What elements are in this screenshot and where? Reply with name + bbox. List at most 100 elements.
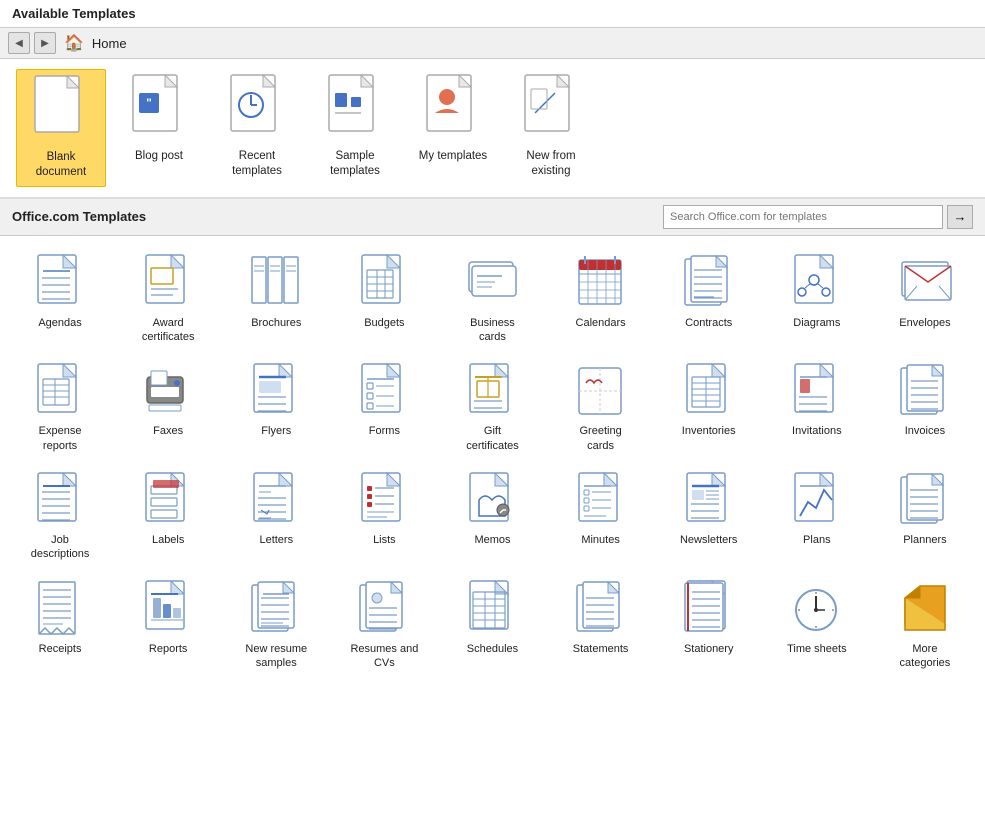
- template-statements[interactable]: Statements: [549, 572, 653, 677]
- template-memos[interactable]: Memos: [440, 463, 544, 568]
- blog-icon: ": [131, 75, 187, 145]
- office-header: Office.com Templates →: [0, 199, 985, 236]
- greeting-template-label: Greeting cards: [580, 424, 622, 453]
- template-letters[interactable]: Letters: [224, 463, 328, 568]
- gift-template-label: Gift certificates: [466, 424, 519, 453]
- template-diagrams[interactable]: Diagrams: [765, 246, 869, 351]
- template-greeting[interactable]: Greeting cards: [549, 354, 653, 459]
- template-inventories[interactable]: Inventories: [657, 354, 761, 459]
- search-button[interactable]: →: [947, 205, 973, 229]
- diagrams-template-label: Diagrams: [793, 316, 840, 330]
- more-template-label: More categories: [900, 642, 951, 671]
- top-template-existing[interactable]: New from existing: [506, 69, 596, 187]
- template-reports[interactable]: Reports: [116, 572, 220, 677]
- forward-button[interactable]: ▶: [34, 32, 56, 54]
- template-stationery[interactable]: Stationery: [657, 572, 761, 677]
- schedules-template-label: Schedules: [467, 642, 518, 656]
- top-template-sample[interactable]: Sample templates: [310, 69, 400, 187]
- template-schedules[interactable]: Schedules: [440, 572, 544, 677]
- template-expense[interactable]: Expense reports: [8, 354, 112, 459]
- back-button[interactable]: ◀: [8, 32, 30, 54]
- expense-template-icon: [30, 360, 90, 420]
- templates-grid: Agendas Award certificates Brochures Bud…: [0, 236, 985, 686]
- labels-template-icon: [138, 469, 198, 529]
- budgets-template-icon: [354, 252, 414, 312]
- template-minutes[interactable]: Minutes: [549, 463, 653, 568]
- job-template-icon: [30, 469, 90, 529]
- template-newresume[interactable]: New resume samples: [224, 572, 328, 677]
- award-template-icon: [138, 252, 198, 312]
- top-template-recent[interactable]: Recent templates: [212, 69, 302, 187]
- greeting-template-icon: [571, 360, 631, 420]
- template-resumes[interactable]: Resumes and CVs: [332, 572, 436, 677]
- template-business[interactable]: Business cards: [440, 246, 544, 351]
- template-job[interactable]: Job descriptions: [8, 463, 112, 568]
- job-template-label: Job descriptions: [31, 533, 90, 562]
- search-input[interactable]: [663, 205, 943, 229]
- blank-label: Blank document: [36, 150, 87, 180]
- my-label: My templates: [419, 149, 487, 164]
- lists-template-label: Lists: [373, 533, 396, 547]
- timesheets-template-label: Time sheets: [787, 642, 847, 656]
- template-planners[interactable]: Planners: [873, 463, 977, 568]
- business-template-icon: [462, 252, 522, 312]
- faxes-template-label: Faxes: [153, 424, 183, 438]
- receipts-template-icon: [30, 578, 90, 638]
- labels-template-label: Labels: [152, 533, 184, 547]
- nav-path: Home: [92, 36, 127, 51]
- template-timesheets[interactable]: Time sheets: [765, 572, 869, 677]
- svg-text:": ": [146, 96, 152, 110]
- template-budgets[interactable]: Budgets: [332, 246, 436, 351]
- template-flyers[interactable]: Flyers: [224, 354, 328, 459]
- template-agendas[interactable]: Agendas: [8, 246, 112, 351]
- template-envelopes[interactable]: Envelopes: [873, 246, 977, 351]
- newsletters-template-label: Newsletters: [680, 533, 737, 547]
- plans-template-icon: [787, 469, 847, 529]
- plans-template-label: Plans: [803, 533, 831, 547]
- template-more[interactable]: More categories: [873, 572, 977, 677]
- template-receipts[interactable]: Receipts: [8, 572, 112, 677]
- invoices-template-label: Invoices: [905, 424, 945, 438]
- template-newsletters[interactable]: Newsletters: [657, 463, 761, 568]
- forms-template-icon: [354, 360, 414, 420]
- envelopes-template-icon: [895, 252, 955, 312]
- calendars-template-icon: [571, 252, 631, 312]
- template-labels[interactable]: Labels: [116, 463, 220, 568]
- timesheets-template-icon: [787, 578, 847, 638]
- template-gift[interactable]: Gift certificates: [440, 354, 544, 459]
- template-lists[interactable]: Lists: [332, 463, 436, 568]
- minutes-template-label: Minutes: [581, 533, 620, 547]
- agendas-template-label: Agendas: [38, 316, 81, 330]
- resumes-template-label: Resumes and CVs: [350, 642, 418, 671]
- blank-icon: [33, 76, 89, 146]
- template-award[interactable]: Award certificates: [116, 246, 220, 351]
- memos-template-label: Memos: [474, 533, 510, 547]
- agendas-template-icon: [30, 252, 90, 312]
- statements-template-icon: [571, 578, 631, 638]
- planners-template-icon: [895, 469, 955, 529]
- invoices-template-icon: [895, 360, 955, 420]
- template-calendars[interactable]: Calendars: [549, 246, 653, 351]
- brochures-template-icon: [246, 252, 306, 312]
- template-contracts[interactable]: Contracts: [657, 246, 761, 351]
- stationery-template-icon: [679, 578, 739, 638]
- top-template-my[interactable]: My templates: [408, 69, 498, 187]
- top-templates-section: Blank document "Blog post Recent templat…: [0, 59, 985, 198]
- newsletters-template-icon: [679, 469, 739, 529]
- template-forms[interactable]: Forms: [332, 354, 436, 459]
- letters-template-label: Letters: [259, 533, 293, 547]
- template-brochures[interactable]: Brochures: [224, 246, 328, 351]
- template-plans[interactable]: Plans: [765, 463, 869, 568]
- flyers-template-icon: [246, 360, 306, 420]
- top-template-blank[interactable]: Blank document: [16, 69, 106, 187]
- top-template-blog[interactable]: "Blog post: [114, 69, 204, 187]
- flyers-template-label: Flyers: [261, 424, 291, 438]
- faxes-template-icon: [138, 360, 198, 420]
- invitations-template-icon: [787, 360, 847, 420]
- letters-template-icon: [246, 469, 306, 529]
- template-faxes[interactable]: Faxes: [116, 354, 220, 459]
- template-invitations[interactable]: Invitations: [765, 354, 869, 459]
- inventories-template-icon: [679, 360, 739, 420]
- diagrams-template-icon: [787, 252, 847, 312]
- template-invoices[interactable]: Invoices: [873, 354, 977, 459]
